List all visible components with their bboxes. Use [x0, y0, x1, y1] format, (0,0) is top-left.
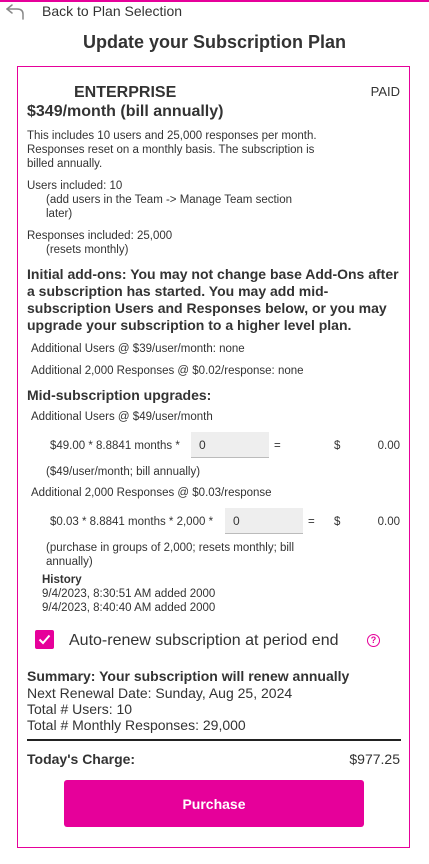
initial-addons-notice: Initial add-ons: You may not change base… — [27, 266, 399, 333]
mid-responses-note: (purchase in groups of 2,000; resets mon… — [46, 542, 295, 568]
mid-users-note: ($49/user/month; bill annually) — [46, 466, 201, 478]
divider — [27, 739, 401, 741]
todays-charge-label: Today's Charge: — [27, 751, 136, 767]
checkmark-icon — [38, 634, 51, 645]
page-title: Update your Subscription Plan — [82, 32, 347, 52]
additional-users-input[interactable] — [191, 432, 269, 458]
history-title: History — [42, 574, 82, 586]
summary-total-responses: Total # Monthly Responses: 29,000 — [27, 717, 246, 733]
history-entry: 9/4/2023, 8:30:51 AM added 2000 — [42, 588, 216, 600]
mid-responses-label: Additional 2,000 Responses @ $0.03/respo… — [31, 487, 272, 499]
users-included: Users included: 10 — [27, 180, 123, 192]
initial-responses-addon: Additional 2,000 Responses @ $0.02/respo… — [31, 365, 304, 377]
todays-charge-value: $977.25 — [349, 751, 400, 767]
mid-users-total: 0.00 — [377, 440, 400, 452]
plan-status: PAID — [370, 84, 400, 99]
autorenew-label[interactable]: Auto-renew subscription at period end — [69, 632, 339, 650]
initial-users-addon: Additional Users @ $39/user/month: none — [31, 343, 245, 355]
plan-name: ENTERPRISE — [74, 84, 177, 101]
summary-renewal-date: Next Renewal Date: Sunday, Aug 25, 2024 — [27, 685, 293, 701]
plan-description: This includes 10 users and 25,000 respon… — [27, 130, 317, 170]
mid-responses-equals: = — [308, 516, 315, 528]
additional-responses-input[interactable] — [225, 508, 303, 534]
help-icon[interactable]: ? — [367, 634, 380, 647]
summary-title: Summary: Your subscription will renew an… — [27, 668, 350, 684]
mid-users-formula: $49.00 * 8.8841 months * — [50, 440, 180, 452]
back-arrow-icon — [6, 4, 24, 20]
users-note: (add users in the Team -> Manage Team se… — [46, 194, 293, 220]
mid-subscription-title: Mid-subscription upgrades: — [27, 387, 212, 403]
mid-responses-total: 0.00 — [377, 516, 400, 528]
plan-card: ENTERPRISE PAID $349/month (bill annuall… — [17, 66, 410, 848]
mid-users-currency: $ — [334, 440, 341, 452]
history-entry: 9/4/2023, 8:40:40 AM added 2000 — [42, 602, 216, 614]
responses-included: Responses included: 25,000 — [27, 230, 173, 242]
mid-users-label: Additional Users @ $49/user/month — [31, 411, 213, 423]
autorenew-checkbox[interactable] — [35, 630, 54, 649]
plan-price: $349/month (bill annually) — [27, 103, 224, 120]
mid-users-equals: = — [274, 440, 281, 452]
purchase-button[interactable]: Purchase — [64, 780, 364, 827]
back-link-label[interactable]: Back to Plan Selection — [42, 3, 182, 19]
mid-responses-formula: $0.03 * 8.8841 months * 2,000 * — [50, 516, 214, 528]
mid-responses-currency: $ — [334, 516, 341, 528]
responses-note: (resets monthly) — [46, 244, 129, 256]
back-link[interactable]: Back to Plan Selection — [4, 2, 182, 20]
summary-total-users: Total # Users: 10 — [27, 701, 133, 717]
